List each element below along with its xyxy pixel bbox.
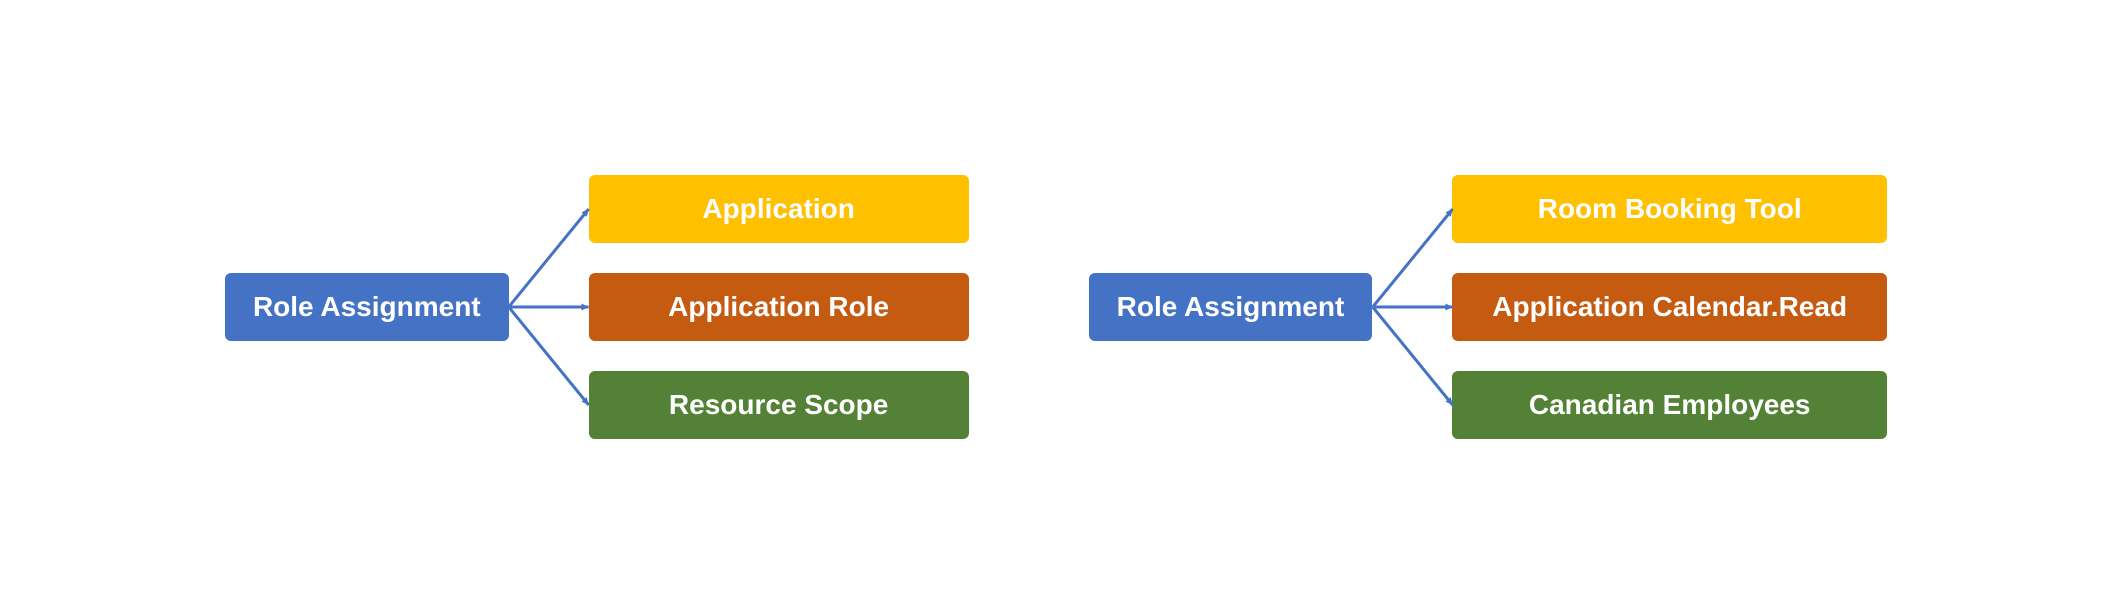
diagram1-target-scope: Resource Scope: [589, 371, 969, 439]
diagram2-target-employees: Canadian Employees: [1452, 371, 1887, 439]
diagram2-source-label: Role Assignment: [1117, 291, 1345, 322]
diagram-2: Role Assignment Room Booking Tool Applic…: [1089, 175, 1887, 439]
diagram1-target-application: Application: [589, 175, 969, 243]
diagram1-source-box: Role Assignment: [225, 273, 509, 341]
diagram2-target-room: Room Booking Tool: [1452, 175, 1887, 243]
diagrams-container: Role Assignment Application Application …: [0, 0, 2112, 614]
diagram2-source-box: Role Assignment: [1089, 273, 1373, 341]
diagram1-source-label: Role Assignment: [253, 291, 481, 322]
diagram2-targets: Room Booking Tool Application Calendar.R…: [1452, 175, 1887, 439]
diagram1-targets: Application Application Role Resource Sc…: [589, 175, 969, 439]
diagram-1: Role Assignment Application Application …: [225, 175, 969, 439]
diagram1-target-role: Application Role: [589, 273, 969, 341]
diagram2-target-calendar: Application Calendar.Read: [1452, 273, 1887, 341]
